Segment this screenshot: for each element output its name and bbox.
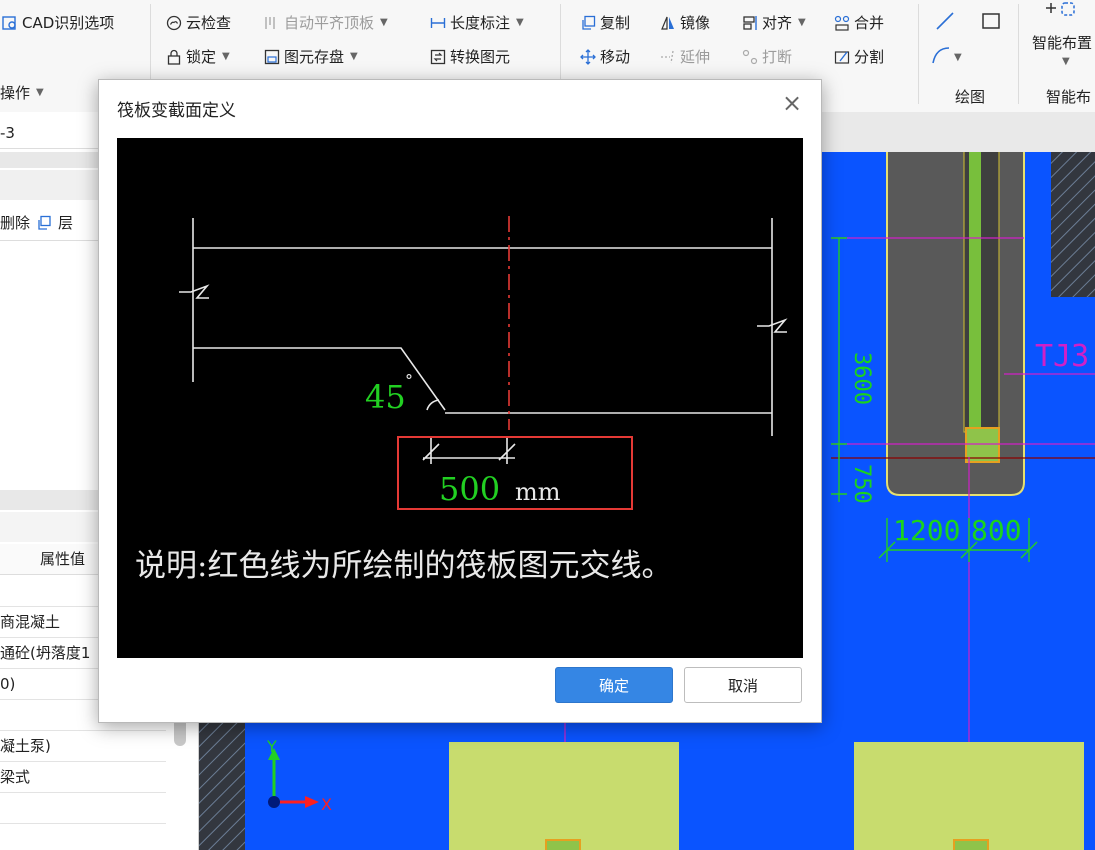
column-block (545, 839, 581, 850)
length-dim-button[interactable]: 长度标注 ▼ (430, 12, 524, 33)
rebar-strip (969, 152, 981, 432)
move-icon (580, 48, 596, 65)
split-button[interactable]: 分割 (834, 46, 884, 67)
chevron-down-icon: ▼ (516, 17, 524, 28)
dimension-line (831, 237, 847, 502)
dim-800: 800 (971, 514, 1022, 547)
merge-icon (834, 15, 850, 31)
lock-icon (166, 49, 182, 65)
lock-button[interactable]: 锁定 ▼ (166, 46, 230, 67)
dialog-title: 筏板变截面定义 (117, 101, 236, 121)
hatch-area (199, 712, 245, 850)
smart-layout-button[interactable]: 智能布置 (1032, 32, 1092, 53)
save-element-button[interactable]: 图元存盘 ▼ (264, 46, 358, 67)
draw-group-label: 绘图 (955, 88, 986, 106)
rectangle-tool-icon[interactable] (980, 10, 1002, 36)
panel-toolbar: 删除 层 (0, 212, 73, 233)
width-value[interactable]: 500 (439, 470, 500, 508)
break-symbol-left (179, 284, 210, 299)
column-block (953, 839, 989, 850)
degree-symbol: ° (405, 371, 413, 390)
convert-element-button[interactable]: 转换图元 (430, 46, 510, 67)
chevron-down-icon: ▼ (798, 17, 806, 28)
angle-arc (426, 399, 440, 411)
chevron-down-icon: ▼ (1062, 56, 1070, 67)
merge-button[interactable]: 合并 (834, 12, 884, 33)
property-value-header: 属性值 (40, 550, 86, 568)
section-preview: ° 45 500 mm 说明:红色线为所绘制的筏板图元交线。 (117, 138, 803, 658)
layer-button[interactable]: 层 (58, 212, 73, 233)
tag-tj3: TJ3 (1035, 339, 1089, 374)
note-text: 说明:红色线为所绘制的筏板图元交线。 (135, 548, 673, 584)
chevron-down-icon: ▼ (350, 51, 358, 62)
origin-marker (268, 796, 280, 808)
chevron-down-icon: ▼ (36, 87, 44, 98)
chevron-down-icon: ▼ (222, 51, 230, 62)
axis-x-label: X (321, 795, 332, 814)
copy-button[interactable]: 复制 (580, 12, 630, 33)
arc-tool-icon[interactable]: ▼ (930, 44, 966, 70)
convert-element-icon (430, 49, 446, 65)
x-axis-arrowhead (305, 796, 319, 808)
property-row[interactable]: 梁式 (0, 762, 166, 793)
split-icon (834, 49, 850, 65)
axis-y-label: Y (266, 737, 277, 756)
dim-1200: 1200 (893, 514, 960, 547)
column-block (965, 427, 1000, 463)
delete-button[interactable]: 删除 (0, 212, 30, 233)
chevron-down-icon: ▼ (380, 17, 388, 28)
divider (1018, 4, 1019, 104)
width-unit: mm (515, 478, 561, 506)
ok-button[interactable]: 确定 (555, 667, 673, 703)
cancel-button[interactable]: 取消 (684, 667, 802, 703)
cad-options-button[interactable]: CAD识别选项 (2, 12, 114, 33)
raft-block (854, 742, 1084, 850)
raft-block (449, 742, 679, 850)
cloud-check-button[interactable]: 云检查 (166, 12, 231, 33)
align-icon (742, 15, 758, 31)
auto-align-icon (264, 15, 280, 31)
svg-text:▼: ▼ (954, 52, 962, 63)
cloud-check-icon (166, 15, 182, 31)
cad-options-icon (2, 15, 18, 31)
property-row[interactable] (0, 793, 166, 824)
hatch-area (1051, 152, 1095, 297)
move-button[interactable]: 移动 (580, 46, 630, 67)
break-icon (742, 49, 758, 65)
copy-icon (580, 15, 596, 31)
divider (918, 4, 919, 104)
extend-button[interactable]: 延伸 (660, 46, 710, 67)
dim-left-bottom: 750 (849, 464, 874, 504)
operate-menu[interactable]: 操作 ▼ (0, 82, 44, 103)
mirror-button[interactable]: 镜像 (660, 12, 710, 33)
align-button[interactable]: 对齐 ▼ (742, 12, 806, 33)
break-button[interactable]: 打断 (742, 46, 792, 67)
dim-left-top: 3600 (849, 352, 874, 405)
auto-align-top-button[interactable]: 自动平齐顶板 ▼ (264, 12, 388, 33)
layer-icon (36, 215, 52, 231)
length-dim-icon (430, 15, 446, 31)
angle-label: 45 (365, 378, 406, 416)
extend-icon (660, 49, 676, 65)
smart-layout-icon[interactable] (1040, 0, 1080, 28)
line-tool-icon[interactable] (934, 10, 956, 36)
close-icon[interactable]: × (779, 90, 805, 116)
save-element-icon (264, 49, 280, 65)
smart-layout-group-label: 智能布 (1046, 88, 1092, 106)
raft-section-dialog: 筏板变截面定义 × ° 45 500 mm 说明:红色线为所绘制的筏板图元交线。… (98, 79, 822, 723)
property-row[interactable]: 凝土泵) (0, 731, 166, 762)
mirror-icon (660, 15, 676, 31)
